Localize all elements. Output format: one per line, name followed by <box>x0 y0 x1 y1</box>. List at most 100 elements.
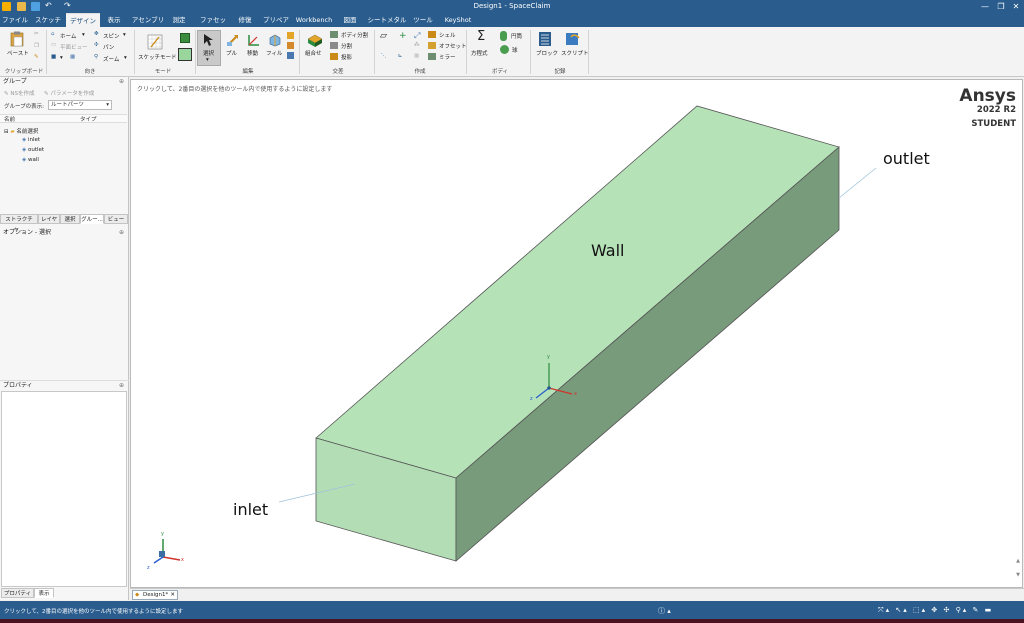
plane-view-icon[interactable]: ▭ <box>51 42 56 48</box>
cut-icon[interactable]: ✂ <box>34 31 39 37</box>
format-brush-icon[interactable]: ✎ <box>34 54 39 60</box>
tab-design[interactable]: デザイン <box>66 13 100 27</box>
home-icon[interactable]: ⌂ <box>51 31 55 37</box>
select-button[interactable]: 選択 <box>203 49 214 57</box>
create-ns-button[interactable]: ✎ NSを作成 <box>4 89 34 97</box>
offset-button[interactable]: オフセット <box>439 42 467 50</box>
move-icon[interactable] <box>247 33 261 47</box>
tab-sketch[interactable]: スケッチ <box>33 13 63 27</box>
tab-display[interactable]: 表示 <box>102 13 126 27</box>
zoom-status-icon[interactable]: ⚲▴ <box>956 606 969 614</box>
sphere-button[interactable]: 球 <box>512 46 518 54</box>
group-display-select[interactable]: ルートパーツ ▾ <box>48 100 112 110</box>
pin-icon[interactable]: ⊕ <box>119 381 124 391</box>
ruler-icon[interactable]: ▬ <box>985 606 994 614</box>
close-button[interactable]: ✕ <box>1009 0 1023 13</box>
restore-button[interactable]: ❐ <box>994 0 1008 13</box>
pull-button[interactable]: プル <box>226 49 237 57</box>
edit-small-icon-1[interactable] <box>287 32 294 39</box>
layers-icon[interactable]: ▦ <box>70 54 75 60</box>
pull-icon[interactable] <box>226 33 240 47</box>
plane-view-button[interactable]: 平面ビュー <box>60 43 88 51</box>
tab-drawing[interactable]: 図面 <box>338 13 362 27</box>
collapse-icon[interactable]: ⊟ <box>4 129 9 135</box>
tab-views[interactable]: ビュー <box>104 214 128 224</box>
paste-button[interactable]: ペースト <box>7 49 29 57</box>
section-mode-icon[interactable] <box>180 33 190 43</box>
tab-assembly[interactable]: アセンブリ <box>131 13 165 27</box>
pin-icon[interactable]: ⊕ <box>119 228 124 238</box>
col-type-header[interactable]: タイプ <box>80 115 97 123</box>
tab-keyshot[interactable]: KeyShot <box>440 13 476 27</box>
point-icon[interactable]: + <box>399 31 407 41</box>
home-button[interactable]: ホーム <box>60 32 76 40</box>
tab-file[interactable]: ファイル <box>0 13 30 27</box>
tab-measure[interactable]: 測定 <box>168 13 190 27</box>
sketch-mode-icon[interactable] <box>147 34 163 50</box>
cylinder-icon[interactable] <box>500 31 507 41</box>
datum-icon[interactable]: ⊾ <box>398 53 403 59</box>
split-body-button[interactable]: ボディ分割 <box>341 31 368 39</box>
edit-small-icon-3[interactable] <box>287 52 294 59</box>
tree-item-outlet[interactable]: ◈ outlet <box>22 147 44 153</box>
zoom-button[interactable]: ズーム <box>103 55 119 63</box>
fill-icon[interactable] <box>268 33 282 47</box>
grid-icon[interactable]: ▦ <box>414 53 419 59</box>
pan-button[interactable]: パン <box>103 43 114 51</box>
pan-status-icon[interactable]: ✣ <box>943 606 951 614</box>
block-icon[interactable] <box>538 31 552 47</box>
tab-display-bottom[interactable]: 表示 <box>34 588 54 598</box>
edit-small-icon-2[interactable] <box>287 42 294 49</box>
axis-icon[interactable]: ⤢ <box>414 31 420 41</box>
pattern-icon[interactable]: ⁂ <box>414 42 420 48</box>
zoom-icon[interactable]: ⚲ <box>94 54 98 60</box>
tree-root[interactable]: ⊟ ▰ 名前選択 <box>4 127 38 135</box>
pan-icon[interactable]: ✣ <box>94 42 99 48</box>
script-button[interactable]: スクリプト <box>561 49 589 57</box>
tab-facets[interactable]: ファセット <box>197 13 229 38</box>
line-icon[interactable]: ⋱ <box>381 53 387 59</box>
spin-button[interactable]: スピン <box>103 32 120 40</box>
tab-tools[interactable]: ツール <box>411 13 435 27</box>
viewport[interactable]: クリックして、2番目の選択を他のツール内で使用するように設定します Ansys … <box>130 79 1023 588</box>
tab-repair[interactable]: 修復 <box>233 13 257 27</box>
move-button[interactable]: 移動 <box>247 49 258 57</box>
tab-structure[interactable]: ストラクチャ... <box>0 214 38 233</box>
shell-icon[interactable] <box>428 31 436 38</box>
cylinder-button[interactable]: 円筒 <box>511 32 522 40</box>
fill-button[interactable]: フィル <box>266 49 282 57</box>
shell-button[interactable]: シェル <box>439 31 456 39</box>
combine-button[interactable]: 組合せ <box>305 49 322 57</box>
tab-layers[interactable]: レイヤ <box>38 214 60 224</box>
project-icon[interactable] <box>330 53 338 60</box>
triad-icon[interactable]: ⤧▴ <box>878 606 891 614</box>
block-button[interactable]: ブロック <box>536 49 558 57</box>
mirror-button[interactable]: ミラー <box>439 53 456 61</box>
plane-icon[interactable]: ▱ <box>380 31 387 41</box>
info-icon[interactable]: ⓘ ▴ <box>658 606 671 616</box>
home-dropdown-icon[interactable]: ▾ <box>82 32 85 38</box>
tab-workbench[interactable]: Workbench <box>295 13 333 27</box>
paste-icon[interactable] <box>10 31 24 47</box>
sphere-icon[interactable] <box>500 45 509 54</box>
col-name-header[interactable]: 名前 <box>4 115 15 123</box>
mirror-icon[interactable] <box>428 53 436 60</box>
select-cursor-status-icon[interactable]: ↖▴ <box>895 606 908 614</box>
tab-groups[interactable]: グルー... <box>80 214 104 224</box>
close-tab-icon[interactable]: ✕ <box>170 591 175 600</box>
combine-icon[interactable] <box>307 33 323 47</box>
spin-dropdown-icon[interactable]: ▾ <box>123 32 126 38</box>
tree-item-wall[interactable]: ◈ wall <box>22 157 39 163</box>
scroll-down-icon[interactable]: ▼ <box>1016 572 1020 578</box>
create-param-button[interactable]: ✎ パラメータを作成 <box>44 89 94 97</box>
split-icon[interactable] <box>330 42 338 49</box>
spin-status-icon[interactable]: ✥ <box>931 606 939 614</box>
tab-properties[interactable]: プロパティ <box>1 588 34 598</box>
spin-icon[interactable]: ✥ <box>94 31 99 37</box>
equation-button[interactable]: 方程式 <box>471 49 488 57</box>
sketch-mode-button[interactable]: スケッチモード <box>138 53 177 61</box>
script-icon[interactable] <box>565 31 581 47</box>
equation-icon[interactable]: Σ <box>477 29 485 44</box>
project-button[interactable]: 投影 <box>341 53 352 61</box>
view-cube-dropdown-icon[interactable]: ▾ <box>60 55 63 61</box>
